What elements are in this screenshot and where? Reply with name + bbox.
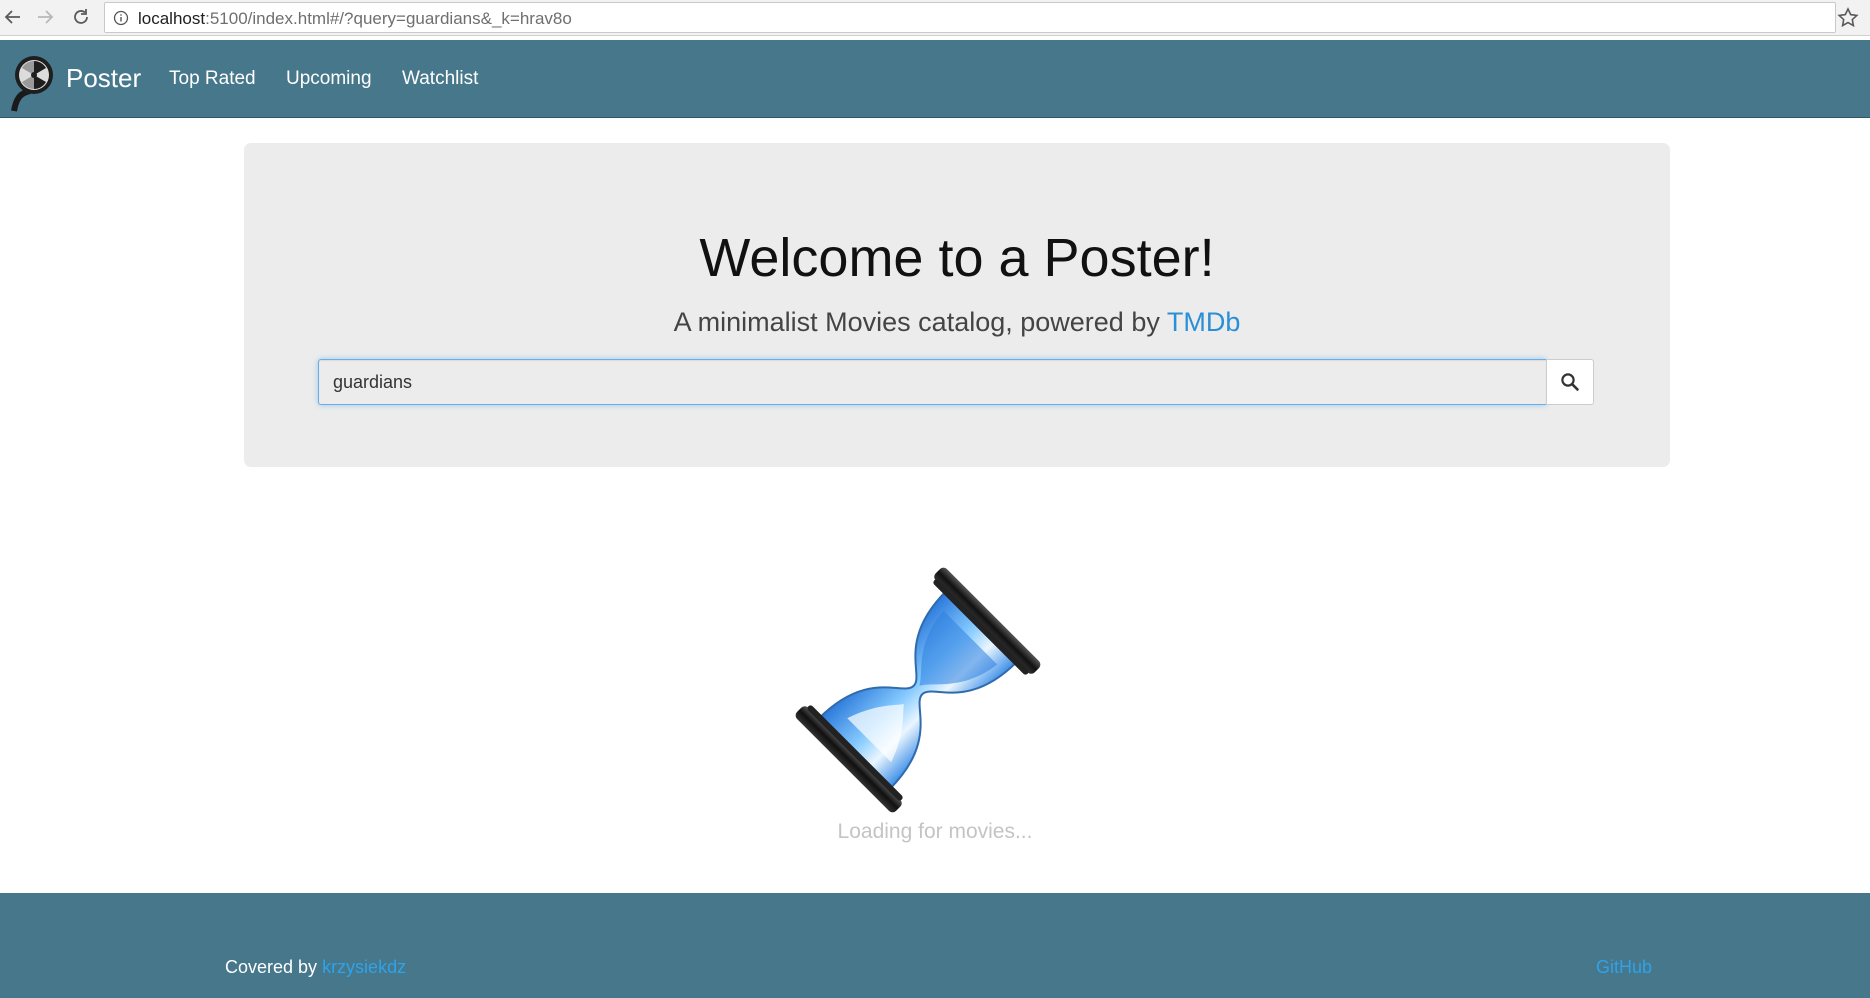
back-icon[interactable] bbox=[0, 4, 26, 30]
brand-link[interactable]: Poster bbox=[66, 63, 141, 94]
info-icon[interactable] bbox=[113, 10, 129, 26]
nav-upcoming[interactable]: Upcoming bbox=[286, 68, 372, 90]
page-subtitle: A minimalist Movies catalog, powered by … bbox=[673, 307, 1241, 337]
search-icon bbox=[1561, 373, 1579, 391]
author-link[interactable]: krzysiekdz bbox=[322, 957, 406, 977]
loading-text: Loading for movies... bbox=[837, 820, 1033, 843]
bookmark-star-icon[interactable] bbox=[1836, 6, 1860, 30]
reload-icon[interactable] bbox=[68, 4, 94, 30]
nav-top-rated[interactable]: Top Rated bbox=[169, 68, 256, 90]
film-reel-logo-icon[interactable] bbox=[8, 53, 56, 115]
page-title: Welcome to a Poster! bbox=[699, 228, 1215, 288]
browser-toolbar: localhost:5100/index.html#/?query=guardi… bbox=[0, 0, 1870, 36]
forward-icon[interactable] bbox=[32, 4, 58, 30]
welcome-jumbotron: Welcome to a Poster! A minimalist Movies… bbox=[244, 143, 1670, 467]
url-text: localhost:5100/index.html#/?query=guardi… bbox=[138, 9, 572, 28]
search-input[interactable] bbox=[318, 359, 1546, 405]
hourglass-loader-icon bbox=[795, 567, 1041, 813]
navbar: Poster Top Rated Upcoming Watchlist bbox=[0, 40, 1870, 118]
nav-watchlist[interactable]: Watchlist bbox=[402, 68, 478, 90]
github-link[interactable]: GitHub bbox=[1596, 957, 1652, 978]
footer-credit: Covered by krzysiekdz bbox=[225, 957, 407, 977]
footer: Covered by krzysiekdz GitHub bbox=[0, 893, 1870, 998]
address-bar[interactable]: localhost:5100/index.html#/?query=guardi… bbox=[104, 2, 1836, 33]
search-button[interactable] bbox=[1546, 359, 1594, 405]
tmdb-link[interactable]: TMDb bbox=[1167, 307, 1241, 337]
